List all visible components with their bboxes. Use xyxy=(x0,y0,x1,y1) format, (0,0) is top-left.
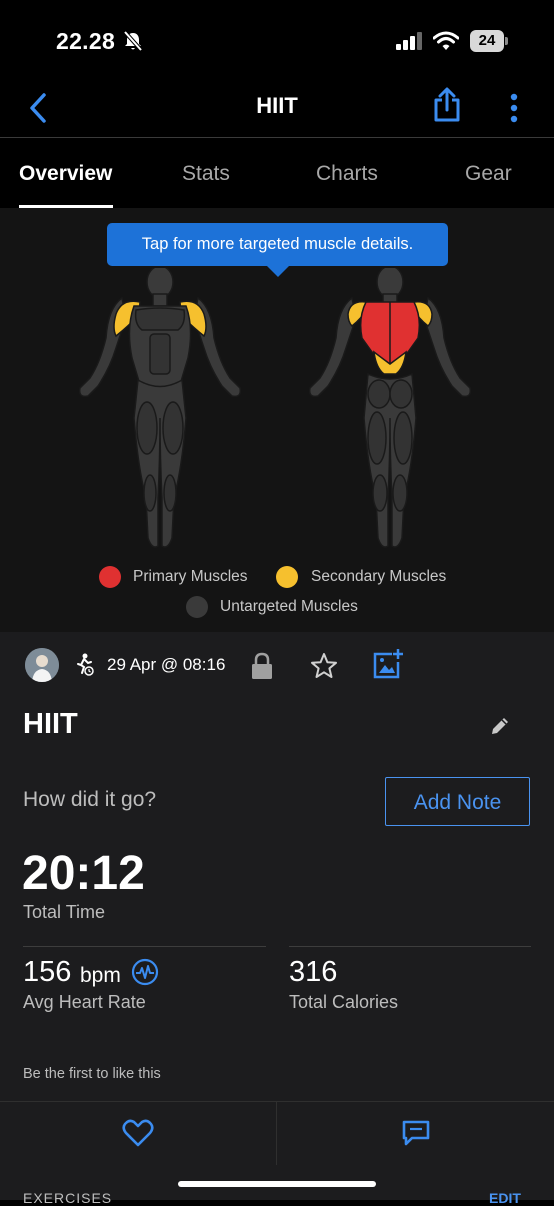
share-icon[interactable] xyxy=(430,86,464,124)
front-body-diagram[interactable] xyxy=(70,268,250,558)
battery-tip xyxy=(505,37,508,45)
stat-divider-right xyxy=(289,946,531,947)
avg-heart-rate-unit: bpm xyxy=(80,964,121,987)
total-time-value: 20:12 xyxy=(22,847,145,900)
wifi-icon xyxy=(433,31,459,50)
total-time-label: Total Time xyxy=(23,902,106,922)
home-indicator[interactable] xyxy=(178,1181,376,1187)
like-heart-icon[interactable] xyxy=(122,1119,154,1147)
tab-charts[interactable]: Charts xyxy=(316,162,378,186)
total-calories-label: Total Calories xyxy=(289,992,399,1012)
heart-rate-zone-icon[interactable] xyxy=(131,958,159,986)
untargeted-legend-label: Untargeted Muscles xyxy=(220,598,358,615)
activity-datetime: 29 Apr @ 08:16 xyxy=(107,655,226,674)
back-body-diagram[interactable] xyxy=(300,268,480,558)
avatar-person-icon xyxy=(25,648,59,682)
cell-signal-icon xyxy=(396,32,422,50)
stat-divider-left xyxy=(23,946,266,947)
nav-divider xyxy=(0,137,554,138)
exercises-section-label: EXERCISES xyxy=(23,1190,113,1206)
tab-stats[interactable]: Stats xyxy=(182,162,230,186)
secondary-legend-dot xyxy=(276,566,298,588)
avg-heart-rate-value: 156 xyxy=(23,956,72,988)
avg-heart-rate-label: Avg Heart Rate xyxy=(23,992,146,1012)
silent-bell-icon xyxy=(123,30,143,52)
add-note-button[interactable]: Add Note xyxy=(385,777,530,826)
add-photo-icon[interactable] xyxy=(372,648,404,680)
untargeted-legend-dot xyxy=(186,596,208,618)
tooltip-arrow xyxy=(266,265,290,277)
primary-legend-label: Primary Muscles xyxy=(133,568,248,585)
activity-title: HIIT xyxy=(23,708,78,740)
page-title: HIIT xyxy=(256,93,298,118)
more-options-icon[interactable] xyxy=(504,92,524,124)
action-bar-separator xyxy=(276,1101,277,1165)
avatar[interactable] xyxy=(25,648,59,682)
comment-icon[interactable] xyxy=(402,1120,430,1146)
battery-indicator: 24 xyxy=(470,30,504,52)
total-calories-value: 316 xyxy=(289,956,338,988)
likes-text: Be the first to like this xyxy=(23,1066,161,1082)
hiit-activity-icon xyxy=(77,653,94,676)
tab-gear[interactable]: Gear xyxy=(465,162,512,186)
muscle-tooltip[interactable]: Tap for more targeted muscle details. xyxy=(107,223,448,266)
secondary-legend-label: Secondary Muscles xyxy=(311,568,447,585)
action-bar-divider xyxy=(0,1101,554,1102)
status-time: 22.28 xyxy=(56,28,116,54)
star-icon[interactable] xyxy=(310,652,338,679)
edit-exercises-button[interactable]: EDIT xyxy=(489,1190,521,1206)
lock-icon[interactable] xyxy=(250,652,274,680)
edit-pencil-icon[interactable] xyxy=(490,716,510,736)
feedback-question: How did it go? xyxy=(23,788,157,811)
primary-legend-dot xyxy=(99,566,121,588)
tab-overview[interactable]: Overview xyxy=(19,162,112,186)
